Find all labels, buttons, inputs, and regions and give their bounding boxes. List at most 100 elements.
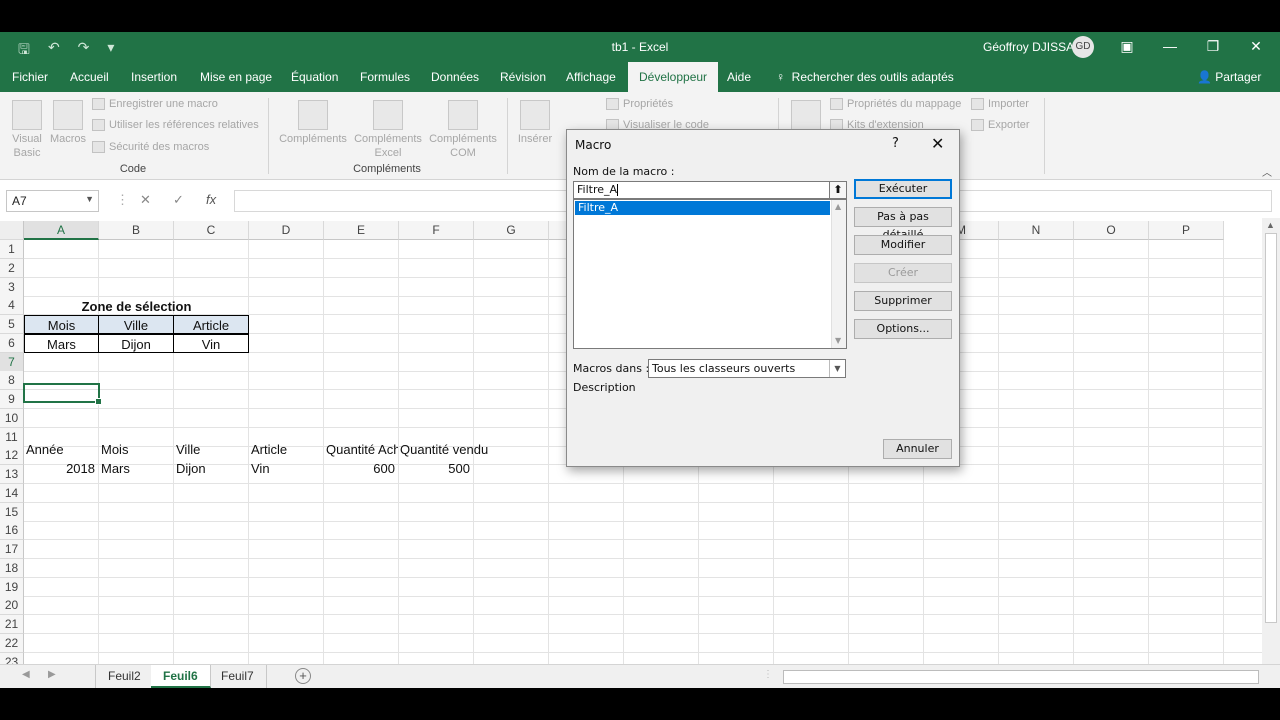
restore-icon[interactable]: ❐: [1203, 38, 1223, 55]
column-header[interactable]: E: [324, 221, 399, 240]
macro-security-button[interactable]: Sécurité des macros: [92, 141, 209, 153]
criteria-value-article[interactable]: Vin: [173, 334, 249, 353]
table-cell-quantite-ach[interactable]: 600: [324, 459, 399, 478]
avatar[interactable]: GD: [1072, 36, 1094, 58]
row-header[interactable]: 12: [0, 446, 24, 465]
row-header[interactable]: 18: [0, 559, 24, 578]
row-header[interactable]: 19: [0, 578, 24, 597]
minimize-icon[interactable]: —: [1160, 38, 1180, 54]
tab-fichier[interactable]: Fichier: [12, 62, 48, 92]
table-header-quantite-ach[interactable]: Quantité Ach: [326, 440, 398, 459]
delete-button[interactable]: Supprimer: [854, 291, 952, 311]
share-button[interactable]: 👤 Partager: [1197, 70, 1261, 84]
chevron-down-icon[interactable]: ▼: [829, 360, 845, 377]
help-icon[interactable]: ?: [892, 136, 899, 151]
tell-me-search[interactable]: ♀ Rechercher des outils adaptés: [776, 62, 954, 92]
column-header[interactable]: P: [1149, 221, 1224, 240]
column-header[interactable]: O: [1074, 221, 1149, 240]
run-button[interactable]: Exécuter: [854, 179, 952, 199]
tab-equation[interactable]: Équation: [291, 62, 338, 92]
table-header-mois[interactable]: Mois: [101, 440, 173, 459]
macros-in-select[interactable]: Tous les classeurs ouverts ▼: [648, 359, 846, 378]
macro-name-input[interactable]: Filtre_A: [573, 181, 831, 199]
column-header[interactable]: C: [174, 221, 249, 240]
up-arrow-icon[interactable]: ⬆: [829, 181, 847, 199]
sheet-tab-feuil7[interactable]: Feuil7: [209, 665, 267, 688]
table-cell-ville[interactable]: Dijon: [176, 459, 248, 478]
cancel-button[interactable]: Annuler: [883, 439, 952, 459]
row-header[interactable]: 2: [0, 259, 24, 278]
properties-button[interactable]: Propriétés: [606, 98, 673, 110]
source-button[interactable]: [790, 100, 822, 132]
column-header[interactable]: B: [99, 221, 174, 240]
column-header[interactable]: D: [249, 221, 324, 240]
criteria-value-ville[interactable]: Dijon: [98, 334, 174, 353]
edit-button[interactable]: Modifier: [854, 235, 952, 255]
scroll-up-icon[interactable]: ▲: [1266, 220, 1275, 230]
visual-basic-button[interactable]: Visual Basic: [8, 100, 46, 160]
zone-title[interactable]: Zone de sélection: [24, 297, 249, 316]
row-header[interactable]: 17: [0, 540, 24, 559]
active-cell[interactable]: [23, 383, 102, 405]
tab-aide[interactable]: Aide: [727, 62, 751, 92]
macros-button[interactable]: Macros: [48, 100, 88, 146]
macro-list[interactable]: Filtre_A ▲ ▼: [573, 199, 847, 349]
user-name[interactable]: Géoffroy DJISSA: [983, 40, 1074, 54]
prev-sheet-icon[interactable]: ◀: [22, 669, 30, 680]
scroll-down-icon[interactable]: ▼: [835, 336, 841, 345]
tab-mise-en-page[interactable]: Mise en page: [200, 62, 272, 92]
record-macro-button[interactable]: Enregistrer une macro: [92, 98, 218, 110]
row-header[interactable]: 22: [0, 634, 24, 653]
complements-button[interactable]: Compléments: [276, 100, 350, 146]
chevron-down-icon[interactable]: ▼: [85, 194, 94, 204]
table-header-ville[interactable]: Ville: [176, 440, 248, 459]
criteria-value-mois[interactable]: Mars: [24, 334, 99, 353]
complements-excel-button[interactable]: Compléments Excel: [350, 100, 426, 160]
table-cell-article[interactable]: Vin: [251, 459, 323, 478]
step-into-button[interactable]: Pas à pas détaillé: [854, 207, 952, 241]
row-header[interactable]: 16: [0, 521, 24, 540]
map-properties-button[interactable]: Propriétés du mappage: [830, 98, 961, 110]
select-all-corner[interactable]: [0, 221, 24, 240]
next-sheet-icon[interactable]: ▶: [48, 669, 56, 680]
criteria-header-mois[interactable]: Mois: [24, 315, 99, 334]
sheet-tab-feuil6[interactable]: Feuil6: [151, 665, 211, 688]
row-header[interactable]: 15: [0, 503, 24, 522]
row-header[interactable]: 10: [0, 409, 24, 428]
vertical-scrollbar[interactable]: ▲ ▼: [1262, 218, 1280, 688]
list-scrollbar[interactable]: ▲ ▼: [831, 200, 846, 348]
row-header[interactable]: 6: [0, 334, 24, 353]
tab-revision[interactable]: Révision: [500, 62, 546, 92]
row-header[interactable]: 5: [0, 315, 24, 334]
row-header[interactable]: 20: [0, 596, 24, 615]
criteria-header-article[interactable]: Article: [173, 315, 249, 334]
table-cell-mois[interactable]: Mars: [101, 459, 173, 478]
ribbon-display-icon[interactable]: ▣: [1117, 38, 1137, 55]
row-header[interactable]: 8: [0, 371, 24, 390]
column-header[interactable]: N: [999, 221, 1074, 240]
sheet-tab-feuil2[interactable]: Feuil2: [95, 665, 154, 688]
tab-insertion[interactable]: Insertion: [131, 62, 177, 92]
row-header[interactable]: 14: [0, 484, 24, 503]
add-sheet-icon[interactable]: +: [295, 668, 311, 684]
table-header-quantite-vendu[interactable]: Quantité vendu: [400, 440, 500, 459]
scroll-up-icon[interactable]: ▲: [835, 202, 841, 211]
complements-com-button[interactable]: Compléments COM: [426, 100, 500, 160]
tab-affichage[interactable]: Affichage: [566, 62, 616, 92]
row-header[interactable]: 23: [0, 653, 24, 664]
cancel-icon[interactable]: ✕: [140, 192, 151, 208]
insert-function-icon[interactable]: fx: [206, 192, 216, 207]
table-cell-annee[interactable]: 2018: [24, 459, 99, 478]
split-handle-icon[interactable]: ⋮: [763, 669, 773, 680]
table-header-article[interactable]: Article: [251, 440, 323, 459]
row-header[interactable]: 7: [0, 353, 24, 372]
column-header[interactable]: A: [24, 221, 99, 240]
export-button[interactable]: Exporter: [971, 119, 1030, 131]
column-header[interactable]: F: [399, 221, 474, 240]
horizontal-scrollbar[interactable]: [783, 670, 1259, 684]
tab-donnees[interactable]: Données: [431, 62, 479, 92]
table-cell-quantite-vendu[interactable]: 500: [399, 459, 474, 478]
tab-accueil[interactable]: Accueil: [70, 62, 109, 92]
scroll-thumb[interactable]: [1265, 233, 1277, 623]
tab-formules[interactable]: Formules: [360, 62, 410, 92]
